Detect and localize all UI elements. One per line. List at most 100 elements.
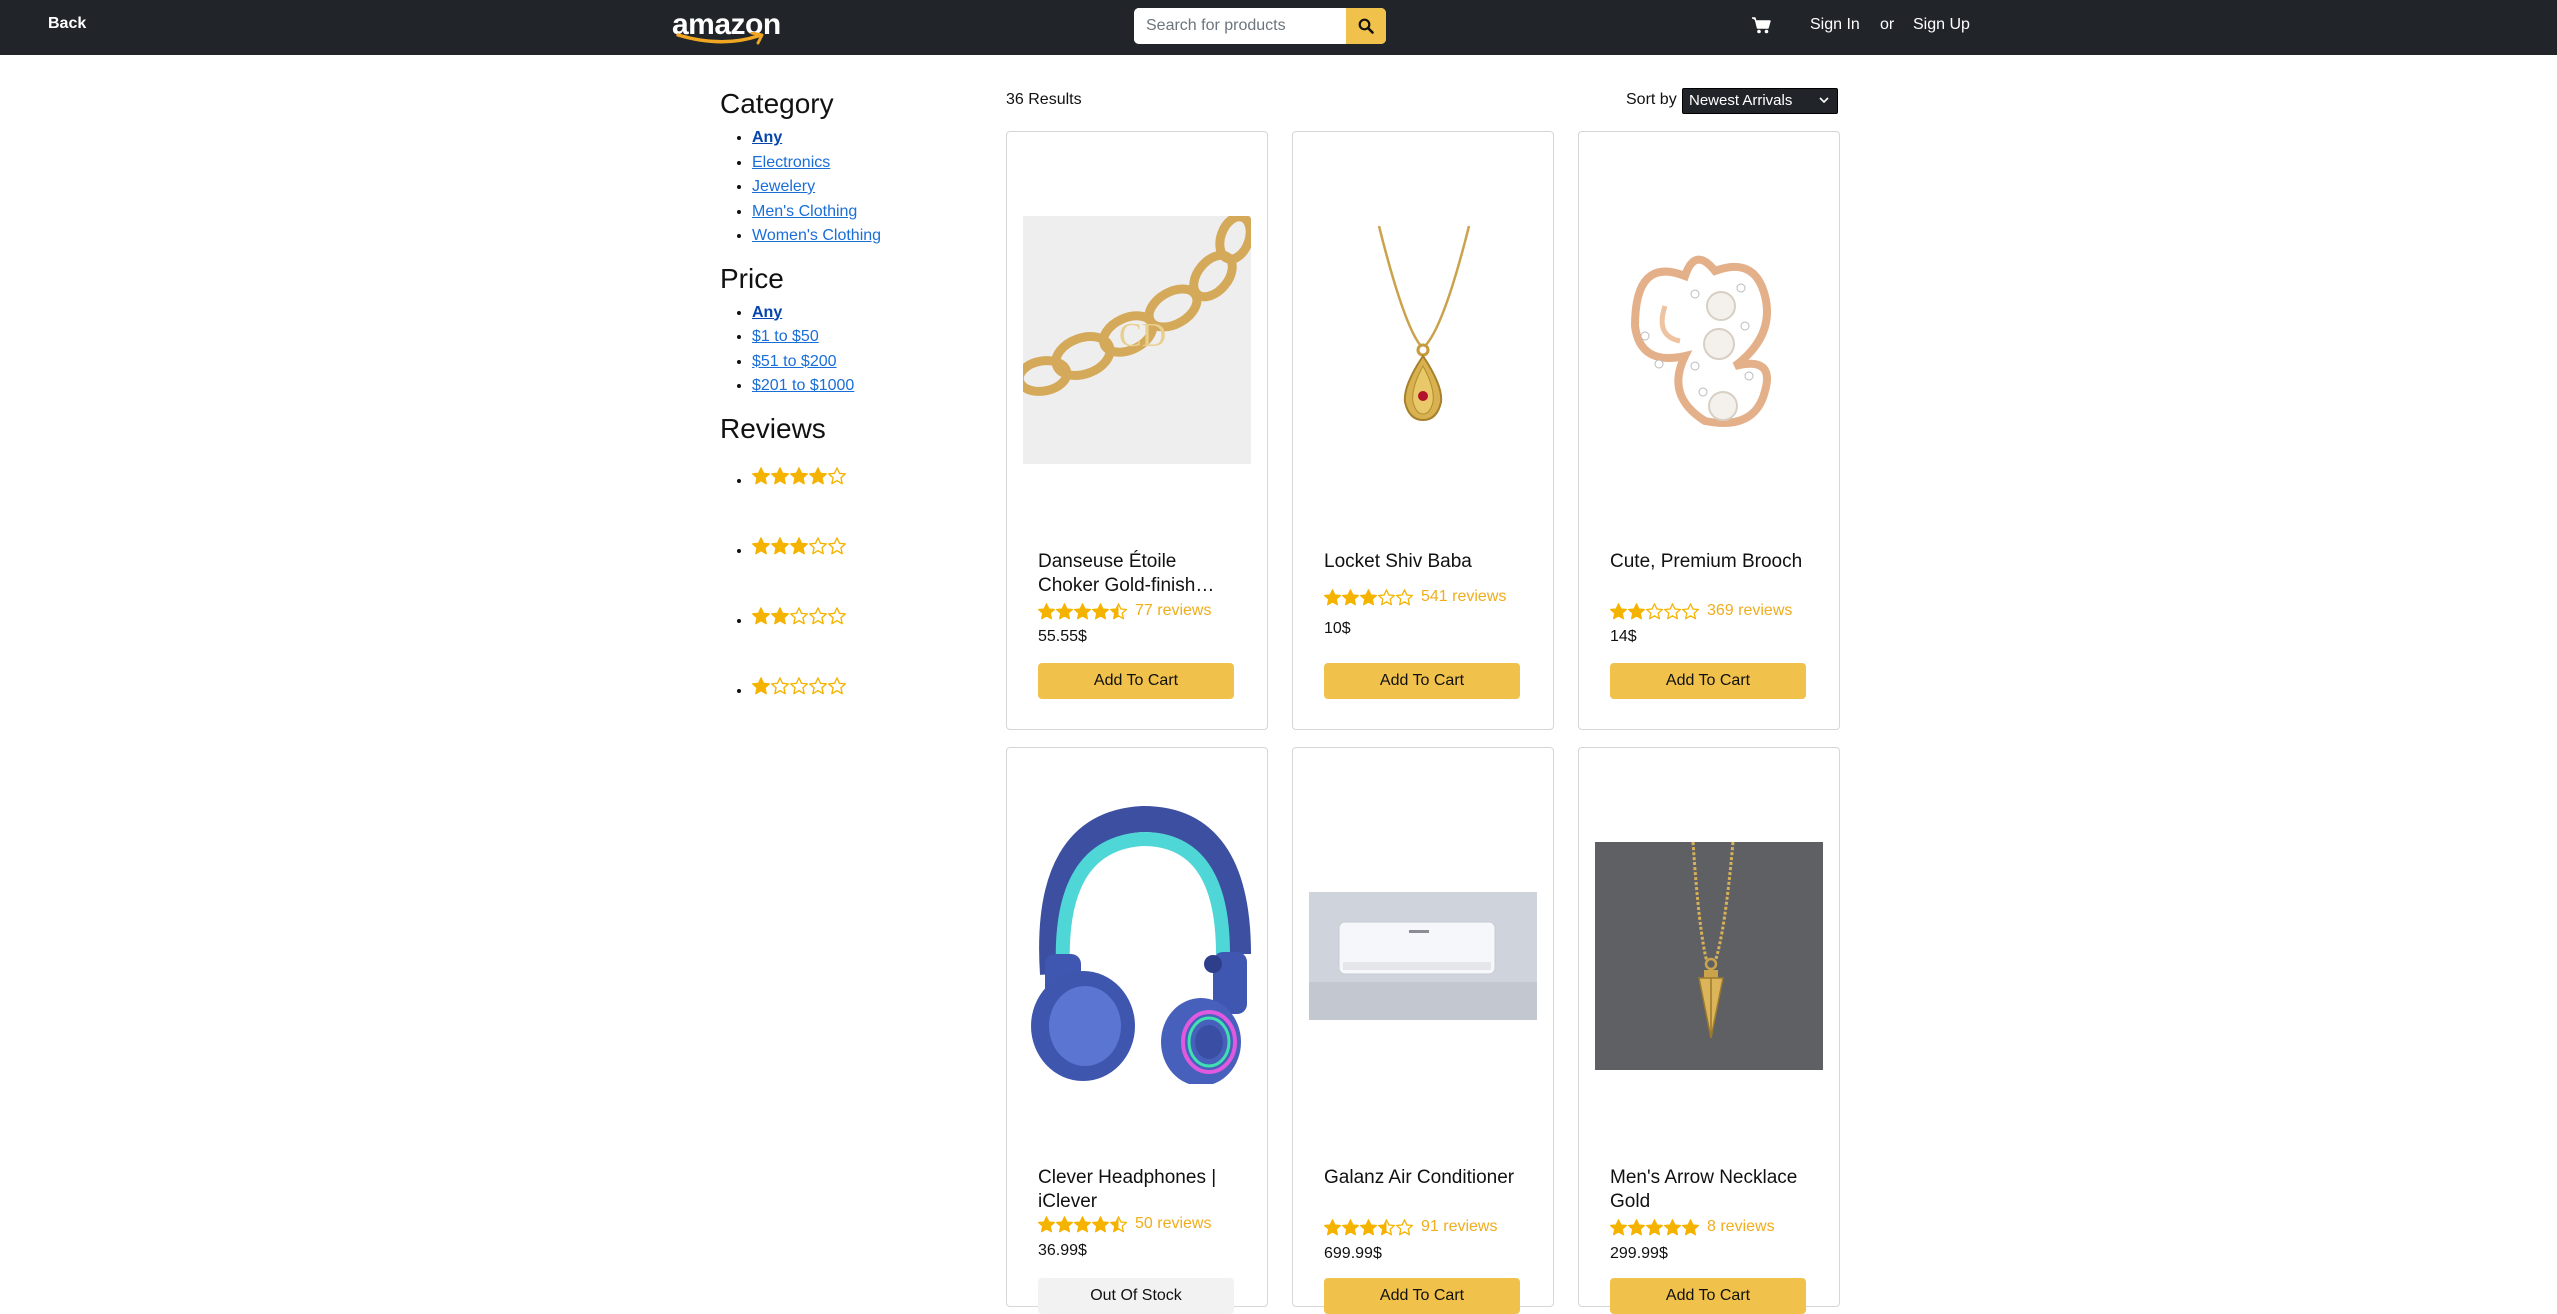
- star-empty-icon: [790, 606, 808, 624]
- category-link-any[interactable]: Any: [752, 129, 782, 146]
- star-full-icon: [1646, 1218, 1663, 1235]
- price-list: Any $1 to $50 $51 to $200 $201 to $1000: [720, 301, 960, 399]
- gold-locket-necklace-image[interactable]: [1309, 216, 1537, 464]
- product-card[interactable]: Clever Headphones | iClever 50 reviews 36.…: [1006, 747, 1268, 1314]
- add-to-cart-button[interactable]: Add To Cart: [1324, 663, 1520, 699]
- reviews-count-link[interactable]: 77 reviews: [1135, 602, 1211, 620]
- price-link-201-1000[interactable]: $201 to $1000: [752, 377, 854, 394]
- star-empty-icon: [828, 606, 846, 624]
- product-card[interactable]: Men's Arrow Necklace Gold 8 reviews 299.99…: [1578, 747, 1840, 1314]
- star-half-icon: [1110, 1215, 1127, 1232]
- amazon-logo[interactable]: amazon: [672, 6, 782, 46]
- cart-icon[interactable]: [1752, 17, 1771, 34]
- star-empty-icon: [1396, 588, 1413, 605]
- star-rating: [752, 676, 960, 695]
- search-button[interactable]: [1346, 8, 1386, 44]
- reviews-count-link[interactable]: 8 reviews: [1707, 1218, 1775, 1236]
- reviews-heading: Reviews: [720, 412, 826, 444]
- review-filter-2-stars[interactable]: [752, 606, 960, 655]
- product-name[interactable]: Men's Arrow Necklace Gold: [1610, 1166, 1810, 1214]
- gold-chain-choker-image[interactable]: CD: [1023, 216, 1251, 464]
- product-rating: 77 reviews: [1038, 602, 1211, 620]
- star-full-icon: [771, 606, 789, 624]
- price-link-any[interactable]: Any: [752, 304, 782, 321]
- star-empty-icon: [1378, 588, 1395, 605]
- star-half-icon: [1110, 602, 1127, 619]
- add-to-cart-button[interactable]: Add To Cart: [1038, 663, 1234, 699]
- headphones-image[interactable]: [1023, 804, 1251, 1084]
- star-full-icon: [752, 676, 770, 694]
- category-link-mens-clothing[interactable]: Men's Clothing: [752, 203, 857, 220]
- price-item-51-200: $51 to $200: [752, 350, 960, 375]
- star-empty-icon: [828, 536, 846, 554]
- category-link-electronics[interactable]: Electronics: [752, 154, 830, 171]
- category-link-jewelery[interactable]: Jewelery: [752, 178, 815, 195]
- star-rating: [1038, 1215, 1127, 1233]
- out-of-stock-button[interactable]: Out Of Stock: [1038, 1278, 1234, 1314]
- star-empty-icon: [1646, 602, 1663, 619]
- search-bar: [1134, 8, 1386, 44]
- category-item-any: Any: [752, 126, 960, 151]
- reviews-count-link[interactable]: 541 reviews: [1421, 588, 1506, 606]
- star-full-icon: [752, 466, 770, 484]
- star-full-icon: [1092, 602, 1109, 619]
- review-filter-3-stars[interactable]: [752, 536, 960, 585]
- category-item-electronics: Electronics: [752, 151, 960, 176]
- product-name[interactable]: Galanz Air Conditioner: [1324, 1166, 1524, 1190]
- product-price: 14$: [1610, 628, 1637, 645]
- product-name[interactable]: Clever Headphones | iClever: [1038, 1166, 1238, 1214]
- star-full-icon: [752, 606, 770, 624]
- star-full-icon: [1360, 588, 1377, 605]
- product-rating: 50 reviews: [1038, 1215, 1211, 1233]
- product-card[interactable]: CD Danseuse Étoile Choker Gold-finish… 77 …: [1006, 131, 1268, 730]
- product-name[interactable]: Danseuse Étoile Choker Gold-finish…: [1038, 550, 1238, 598]
- star-full-icon: [1056, 602, 1073, 619]
- sort-select[interactable]: Newest Arrivals: [1682, 88, 1838, 114]
- product-name[interactable]: Locket Shiv Baba: [1324, 550, 1524, 574]
- category-link-womens-clothing[interactable]: Women's Clothing: [752, 227, 881, 244]
- product-price: 299.99$: [1610, 1245, 1668, 1262]
- sort-label: Sort by: [1626, 91, 1677, 108]
- star-full-icon: [1360, 1218, 1377, 1235]
- price-link-51-200[interactable]: $51 to $200: [752, 353, 837, 370]
- reviews-count-link[interactable]: 50 reviews: [1135, 1215, 1211, 1233]
- product-rating: 8 reviews: [1610, 1218, 1775, 1236]
- reviews-count-link[interactable]: 369 reviews: [1707, 602, 1792, 620]
- reviews-count-link[interactable]: 91 reviews: [1421, 1218, 1497, 1236]
- add-to-cart-button[interactable]: Add To Cart: [1324, 1278, 1520, 1314]
- star-full-icon: [771, 536, 789, 554]
- star-rating: [1324, 1218, 1413, 1236]
- top-navbar: Back amazon Sign In or Sign Up: [0, 0, 2557, 55]
- product-price: 36.99$: [1038, 1242, 1087, 1259]
- sign-in-link[interactable]: Sign In: [1810, 16, 1860, 34]
- or-separator: or: [1880, 16, 1895, 33]
- product-card[interactable]: Locket Shiv Baba 541 reviews 10$ Add To Car…: [1292, 131, 1554, 730]
- product-name[interactable]: Cute, Premium Brooch: [1610, 550, 1810, 574]
- star-empty-icon: [1396, 1218, 1413, 1235]
- air-conditioner-image[interactable]: [1309, 892, 1537, 1020]
- add-to-cart-button[interactable]: Add To Cart: [1610, 663, 1806, 699]
- product-card[interactable]: Galanz Air Conditioner 91 reviews 699.99$ A…: [1292, 747, 1554, 1314]
- star-empty-icon: [828, 676, 846, 694]
- search-input[interactable]: [1134, 8, 1344, 44]
- star-full-icon: [1682, 1218, 1699, 1235]
- review-filter-1-stars[interactable]: [752, 676, 960, 725]
- arrow-necklace-image[interactable]: [1595, 842, 1823, 1070]
- sign-up-link[interactable]: Sign Up: [1913, 16, 1970, 34]
- product-card[interactable]: Cute, Premium Brooch 369 reviews 14$ Add To…: [1578, 131, 1840, 730]
- category-item-jewelery: Jewelery: [752, 175, 960, 200]
- star-full-icon: [1092, 1215, 1109, 1232]
- back-link[interactable]: Back: [48, 15, 86, 33]
- category-list: Any Electronics Jewelery Men's Clothing …: [720, 126, 960, 249]
- search-icon: [1358, 18, 1374, 34]
- star-full-icon: [1342, 588, 1359, 605]
- add-to-cart-button[interactable]: Add To Cart: [1610, 1278, 1806, 1314]
- pearl-brooch-image[interactable]: [1595, 216, 1823, 464]
- price-heading: Price: [720, 262, 784, 294]
- review-filter-4-stars[interactable]: [752, 466, 960, 515]
- results-count: 36 Results: [1006, 91, 1082, 108]
- star-half-icon: [1378, 1218, 1395, 1235]
- star-empty-icon: [771, 676, 789, 694]
- price-link-1-50[interactable]: $1 to $50: [752, 328, 819, 345]
- price-item-1-50: $1 to $50: [752, 325, 960, 350]
